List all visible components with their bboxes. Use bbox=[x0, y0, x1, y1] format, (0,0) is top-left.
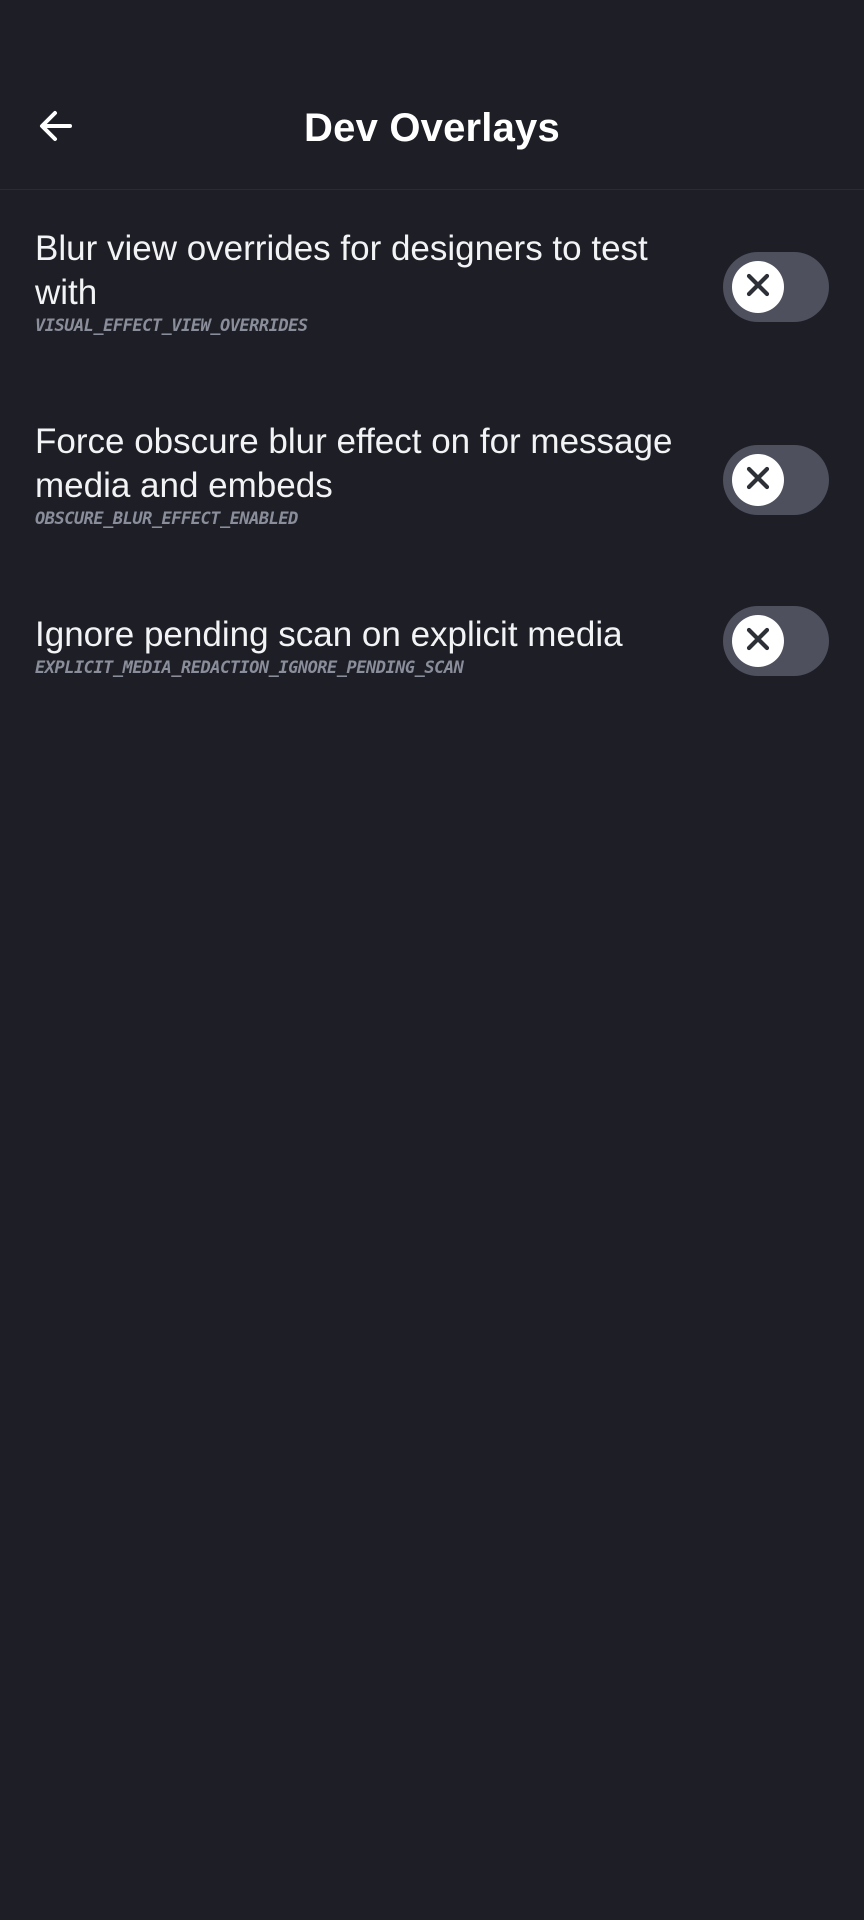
setting-label: Ignore pending scan on explicit media bbox=[35, 615, 623, 654]
setting-row-obscure-blur: Force obscure blur effect on for message… bbox=[0, 383, 864, 576]
setting-toggle-explicit-media-scan[interactable] bbox=[723, 606, 829, 676]
close-icon bbox=[745, 626, 771, 657]
close-icon bbox=[745, 465, 771, 496]
page-title: Dev Overlays bbox=[304, 106, 560, 150]
setting-label: Force obscure blur effect on for message… bbox=[35, 422, 673, 505]
setting-toggle-obscure-blur[interactable] bbox=[723, 445, 829, 515]
setting-key: VISUAL_EFFECT_VIEW_OVERRIDES bbox=[35, 316, 308, 336]
close-icon bbox=[745, 272, 771, 303]
toggle-knob bbox=[732, 454, 784, 506]
setting-toggle-visual-effect-overrides[interactable] bbox=[723, 252, 829, 322]
setting-row-explicit-media-scan: Ignore pending scan on explicit media EX… bbox=[0, 576, 864, 726]
settings-list: Blur view overrides for designers to tes… bbox=[0, 190, 864, 726]
toggle-knob bbox=[732, 261, 784, 313]
toggle-knob bbox=[732, 615, 784, 667]
setting-row-visual-effect-overrides: Blur view overrides for designers to tes… bbox=[0, 190, 864, 383]
setting-key: EXPLICIT_MEDIA_REDACTION_IGNORE_PENDING_… bbox=[35, 658, 464, 678]
setting-label: Blur view overrides for designers to tes… bbox=[35, 229, 648, 312]
app-header: Dev Overlays bbox=[0, 0, 864, 190]
setting-key: OBSCURE_BLUR_EFFECT_ENABLED bbox=[35, 509, 298, 529]
